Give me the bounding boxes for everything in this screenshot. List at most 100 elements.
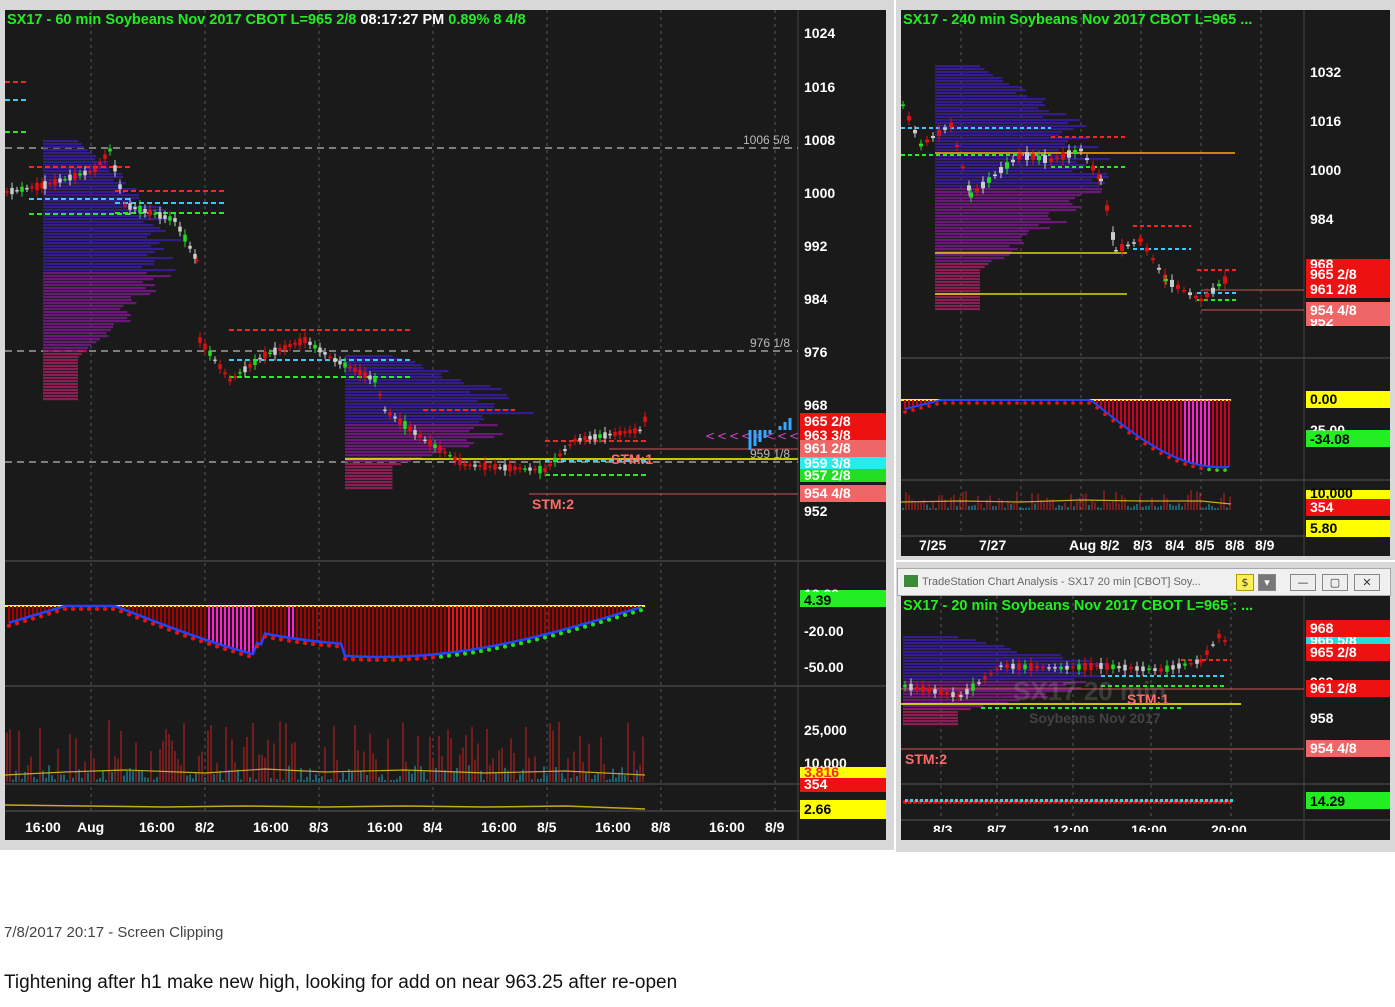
price-tag: 965 2/8	[1306, 268, 1390, 282]
price-tag: 961 2/8	[800, 440, 886, 457]
time-axis-label: 8/3	[309, 819, 329, 835]
time-axis-label: 8/3	[933, 822, 953, 832]
chart-20min[interactable]: SX17 - 20 min Soybeans Nov 2017 CBOT L=9…	[901, 596, 1390, 840]
time-axis-label: 16:00	[709, 819, 745, 835]
trade-note: Tightening after h1 make new high, looki…	[4, 972, 678, 993]
time-axis-label: 16:00	[481, 819, 517, 835]
price-axis-label: 976	[804, 344, 828, 360]
price-axis-label: 1000	[1310, 162, 1342, 178]
time-axis-label: 8/4	[423, 819, 443, 835]
title-change: 0.89% 8 4/8	[448, 12, 526, 28]
svg-text:<: <	[729, 429, 739, 443]
price-axis-label: 984	[804, 291, 828, 307]
atr-tag: 5.80	[1306, 520, 1390, 537]
time-axis-label: 16:00	[25, 819, 61, 835]
price-tag: 954 4/8	[800, 485, 886, 502]
time-axis-label: 12:00	[1053, 822, 1089, 832]
price-tag: 952	[1306, 319, 1390, 326]
strategy-icon[interactable]: $	[1236, 574, 1254, 591]
price-tag: 957 2/8	[800, 469, 886, 482]
time-axis-label: 8/7	[987, 822, 1007, 832]
stm2-label: STM:2	[905, 751, 947, 767]
price-axis-label: 984	[1310, 211, 1334, 227]
time-axis-label: 8/5	[537, 819, 557, 835]
time-axis-label: 8/3	[1133, 537, 1153, 553]
time-axis-label: 20:00	[1211, 822, 1247, 832]
time-axis-label: 8/8	[1225, 537, 1245, 553]
vol-axis-label: 10,000	[804, 755, 847, 767]
level-label: 959 1/8	[750, 447, 791, 461]
osc-tag: 0.00	[1306, 391, 1390, 408]
oscillator-240	[903, 399, 1230, 472]
level-label: 976 1/8	[750, 336, 791, 350]
price-axis-label: 952	[804, 503, 828, 519]
price-axis-label: 1016	[1310, 113, 1342, 129]
close-button[interactable]: ✕	[1354, 574, 1380, 591]
clipping-caption: 7/8/2017 20:17 - Screen Clipping	[4, 924, 224, 941]
osc-tag: -34.08	[1310, 431, 1350, 447]
price-axis-label: 1024	[804, 25, 836, 41]
osc-tag: 14.29	[1310, 793, 1346, 809]
price-tag: 961 2/8	[1306, 680, 1390, 697]
svg-text:<: <	[717, 429, 727, 443]
title-symbol: SX17 - 60 min Soybeans Nov 2017 CBOT L=9…	[7, 12, 357, 28]
price-axis-label: 1016	[804, 79, 836, 95]
time-axis-label: 8/5	[1195, 537, 1215, 553]
price-axis-label: 1008	[804, 132, 836, 148]
price-axis-label: 958	[1310, 710, 1334, 726]
time-axis-label: 8/4	[1165, 537, 1185, 553]
time-axis-label: 16:00	[1131, 822, 1167, 832]
time-axis-label: Aug 8/2	[1069, 537, 1120, 553]
svg-text:<: <	[777, 429, 787, 443]
svg-text:<: <	[705, 429, 715, 443]
atr-tag: 2.66	[804, 801, 832, 817]
time-axis-label: 16:00	[595, 819, 631, 835]
tools-icon[interactable]: ▾	[1258, 574, 1276, 591]
price-tag: 954 4/8	[1306, 302, 1390, 319]
vol-tag: 354	[1306, 499, 1390, 516]
time-axis-label: 16:00	[139, 819, 175, 835]
stm1-label: STM:1	[611, 451, 653, 467]
time-axis-label: 8/2	[195, 819, 215, 835]
vol-axis-label: 25,000	[804, 722, 847, 738]
price-tag: 968	[1306, 620, 1390, 637]
price-axis-label: 992	[804, 238, 828, 254]
osc-tag: 4.39	[804, 592, 832, 608]
window-title: TradeStation Chart Analysis - SX17 20 mi…	[922, 576, 1201, 588]
price-tag: 965 2/8	[1306, 644, 1390, 661]
chart-240min-title: SX17 - 240 min Soybeans Nov 2017 CBOT L=…	[903, 12, 1253, 28]
svg-text:<: <	[789, 429, 799, 443]
oscillator-20	[903, 799, 1233, 804]
chart-watermark-sub: Soybeans Nov 2017	[1029, 710, 1161, 726]
chart-240min[interactable]: SX17 - 240 min Soybeans Nov 2017 CBOT L=…	[901, 10, 1390, 556]
price-tag: 954 4/8	[1306, 740, 1390, 757]
time-axis-label: 8/9	[1255, 537, 1275, 553]
vol-tag: 354	[804, 776, 828, 792]
app-icon	[904, 575, 918, 587]
osc-axis-label: 25.00	[1310, 422, 1346, 431]
osc-axis-label: -20.00	[804, 623, 844, 639]
oscillator-histogram	[7, 604, 643, 662]
time-axis-label: 7/25	[919, 537, 947, 553]
time-axis-label: 7/27	[979, 537, 1007, 553]
time-axis-label: 8/9	[765, 819, 785, 835]
chart-60min-title: SX17 - 60 min Soybeans Nov 2017 CBOT L=9…	[7, 12, 526, 28]
volume-bars	[6, 720, 644, 782]
stm2-label: STM:2	[532, 496, 574, 512]
time-axis-label: 8/8	[651, 819, 671, 835]
price-axis-label: 1000	[804, 185, 836, 201]
price-axis-label: 968	[804, 397, 828, 413]
maximize-button[interactable]: ▢	[1322, 574, 1348, 591]
time-axis-label: 16:00	[253, 819, 289, 835]
title-time: 08:17:27 PM	[360, 12, 445, 28]
price-axis-label: 1032	[1310, 64, 1342, 80]
minimize-button[interactable]: —	[1290, 574, 1316, 591]
osc-axis-label: -50.00	[804, 659, 844, 675]
chart-60min[interactable]: < < < < < < < < SX17 - 60 min Soybeans Nov 2017…	[5, 10, 886, 840]
time-axis-label: Aug	[77, 819, 105, 835]
time-axis-label: 16:00	[367, 819, 403, 835]
stm1-label: STM:1	[1127, 691, 1169, 707]
level-label: 1006 5/8	[743, 133, 790, 147]
m20-window-titlebar[interactable]: TradeStation Chart Analysis - SX17 20 mi…	[897, 568, 1391, 596]
chart-20min-title: SX17 - 20 min Soybeans Nov 2017 CBOT L=9…	[903, 598, 1254, 614]
